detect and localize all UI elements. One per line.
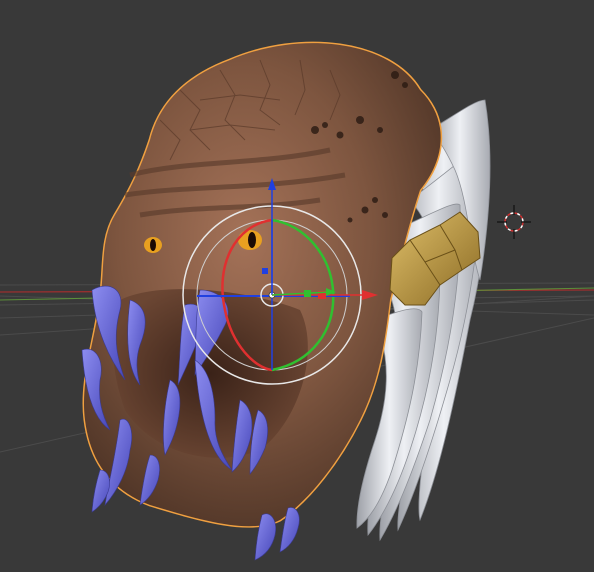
3d-cursor-icon[interactable] (497, 205, 531, 239)
right-eye (238, 230, 262, 250)
left-eye (144, 237, 162, 253)
3d-viewport[interactable] (0, 0, 594, 572)
